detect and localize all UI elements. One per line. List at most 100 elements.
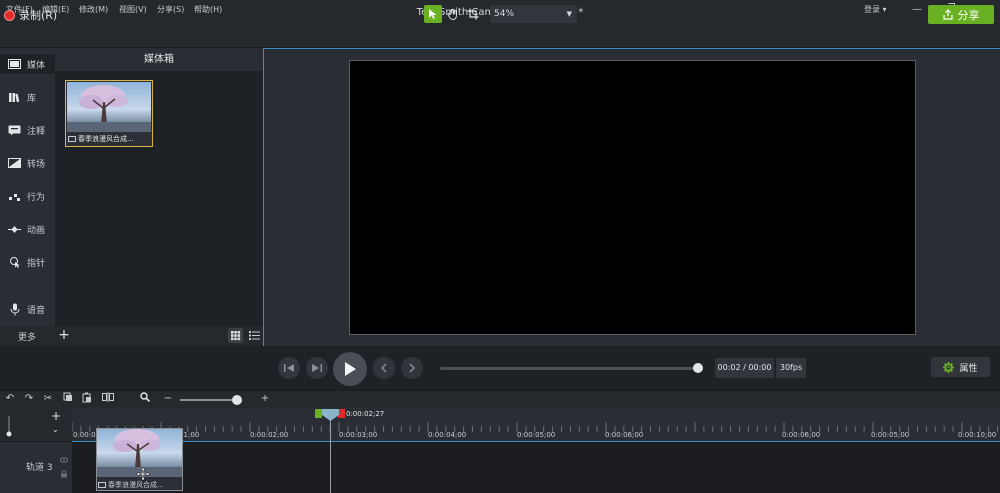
library-icon (8, 92, 21, 103)
film-icon (68, 136, 76, 142)
nav-item-animations[interactable]: 动画 (0, 219, 55, 239)
tick-label: 0:00:04;00 (428, 431, 467, 439)
playhead-time: 0:00:02;27 (346, 410, 385, 418)
track-height-slider-icon (6, 416, 12, 437)
step-back-icon (284, 364, 294, 372)
fps-readout: 30fps (776, 358, 806, 378)
cut-icon[interactable]: ✂ (41, 392, 55, 406)
chevron-left-icon (380, 363, 387, 373)
animation-icon (8, 224, 21, 235)
login-button[interactable]: 登录 ▾ (864, 4, 887, 15)
media-bin-title: 媒体箱 (55, 48, 263, 71)
film-icon (8, 59, 21, 70)
properties-button[interactable]: 属性 (931, 357, 990, 377)
preview-canvas[interactable] (349, 60, 916, 335)
add-track-icon[interactable]: + (51, 409, 61, 423)
scrub-bar[interactable] (440, 367, 698, 370)
tick-label: 0:00:03;00 (339, 431, 378, 439)
previous-clip-button[interactable] (373, 357, 395, 379)
nav-item-label: 转场 (27, 159, 46, 170)
split-icon[interactable] (101, 392, 115, 406)
transition-icon (8, 158, 21, 169)
media-item[interactable]: 春季浪漫风合成... (65, 80, 153, 147)
nav-item-annotations[interactable]: 注释 (0, 120, 55, 140)
zoom-select[interactable]: 54% ▼ (490, 5, 577, 23)
nav-item-transitions[interactable]: 转场 (0, 153, 55, 173)
playhead-out-marker[interactable] (338, 409, 345, 418)
paste-icon[interactable] (80, 392, 94, 406)
camtasia-window: 文件(F) 编辑(E) 修改(M) 视图(V) 分享(S) 帮助(H) Tech… (0, 0, 1000, 493)
crop-tool-button[interactable] (464, 5, 482, 23)
nav-item-media[interactable]: 媒体 (0, 54, 55, 74)
play-button[interactable] (333, 352, 367, 386)
scrub-handle[interactable] (693, 363, 703, 373)
nav-item-behaviors[interactable]: 行为 (0, 186, 55, 206)
crop-icon (467, 8, 479, 20)
arrow-cursor-icon (429, 9, 437, 19)
nav-item-label: 库 (27, 93, 37, 104)
nav-item-library[interactable]: 库 (0, 87, 55, 107)
hand-icon (447, 8, 457, 20)
pan-tool-button[interactable] (444, 5, 462, 23)
playhead-in-marker[interactable] (315, 409, 322, 418)
tick-label: 0:00:05;00 (517, 431, 556, 439)
tick-label: 0:00:10;00 (958, 431, 997, 439)
timeline-zoom-slider[interactable] (180, 399, 240, 401)
step-forward-button[interactable] (306, 357, 328, 379)
chevron-down-icon[interactable]: ⌄ (52, 425, 59, 434)
move-cursor-icon (136, 467, 150, 481)
undo-icon[interactable]: ↶ (3, 392, 17, 406)
properties-label: 属性 (959, 363, 978, 374)
nav-item-label: 动画 (27, 225, 46, 236)
media-thumbnail (67, 82, 151, 132)
more-button[interactable]: 更多 (18, 330, 36, 343)
list-view-icon[interactable] (247, 328, 262, 343)
tick-label: 0:00:06;00 (605, 431, 644, 439)
next-clip-button[interactable] (401, 357, 423, 379)
nav-item-label: 指针 (27, 258, 46, 269)
redo-icon[interactable]: ↷ (22, 392, 36, 406)
share-button[interactable]: 分享 (928, 5, 994, 24)
record-icon (4, 9, 15, 21)
share-label: 分享 (957, 8, 980, 22)
media-item-name: 春季浪漫风合成... (78, 135, 134, 143)
cursor-icon (8, 257, 21, 268)
track-label: 轨道 3 (26, 463, 53, 473)
clip-name: 春季浪漫风合成... (108, 481, 164, 489)
chevron-down-icon: ▼ (566, 10, 572, 18)
search-icon[interactable] (138, 392, 152, 406)
add-icon[interactable]: + (56, 326, 72, 344)
minimize-icon[interactable]: — (909, 2, 925, 18)
microphone-icon (8, 303, 21, 315)
tick-label: 0:00:06;00 (782, 431, 821, 439)
gear-icon (943, 361, 955, 373)
select-tool-button[interactable] (424, 5, 442, 23)
chevron-right-icon (409, 363, 416, 373)
left-panel-footer (0, 326, 263, 345)
eye-icon[interactable] (59, 455, 69, 463)
play-icon (345, 362, 356, 376)
media-item-caption: 春季浪漫风合成... (67, 133, 151, 145)
timeline-zoom-handle[interactable] (232, 395, 242, 405)
step-back-button[interactable] (278, 357, 300, 379)
record-label: 录制(R) (19, 9, 58, 22)
playhead-handle[interactable] (322, 409, 339, 421)
nav-item-label: 行为 (27, 192, 46, 203)
track-lane[interactable] (72, 441, 1000, 493)
playhead-line (330, 416, 331, 493)
main-toolbar (0, 20, 1000, 48)
zoom-out-icon[interactable]: − (161, 392, 175, 406)
time-readout: 00:02 / 00:00 (715, 358, 774, 378)
zoom-value: 54% (494, 9, 515, 19)
nav-item-cursor[interactable]: 指针 (0, 252, 55, 272)
behavior-icon (8, 191, 21, 202)
grid-view-icon[interactable] (228, 328, 243, 343)
copy-icon[interactable] (61, 392, 75, 406)
lock-icon[interactable] (60, 470, 68, 478)
record-button[interactable]: 录制(R) (4, 7, 57, 23)
timeline-clip[interactable]: 春季浪漫风合成... (96, 428, 183, 491)
timeline-header-left: + ⌄ (0, 408, 72, 441)
nav-item-voice[interactable]: 语音 (0, 299, 55, 319)
film-icon (98, 482, 106, 488)
zoom-in-icon[interactable]: + (258, 392, 272, 406)
